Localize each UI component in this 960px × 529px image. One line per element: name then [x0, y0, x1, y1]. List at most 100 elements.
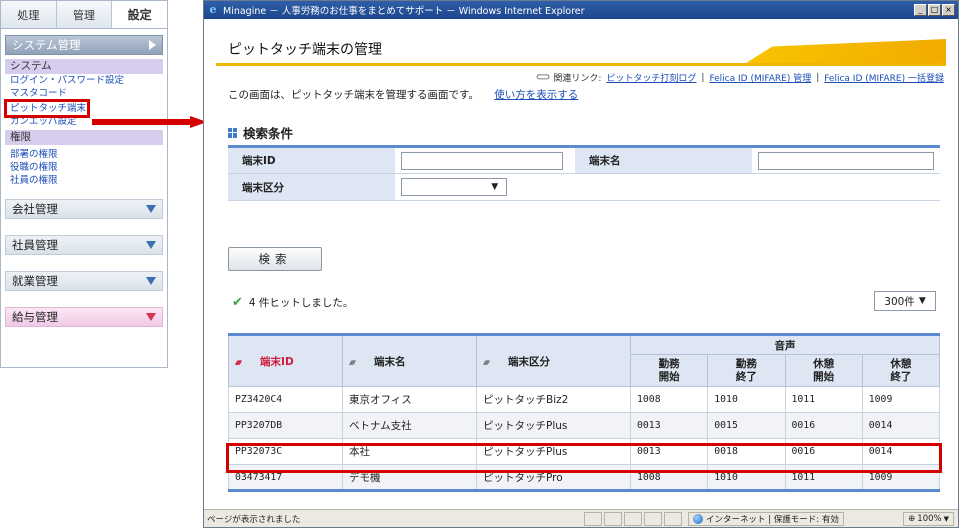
hdr-line: 休憩: [813, 357, 835, 370]
cell-terminal-name: デモ機: [342, 464, 477, 491]
zoom-magnifier-icon: ⊕: [908, 513, 916, 524]
hdr-line: 休憩: [890, 357, 912, 370]
status-cells: [584, 511, 682, 526]
cell-terminal-id: PP3207DB: [228, 412, 343, 439]
cell-terminal-type: ピットタッチPlus: [476, 412, 631, 439]
col-terminal-id[interactable]: ▴▾ 端末ID: [228, 334, 343, 387]
link-chain-icon: ⊂⊃: [535, 72, 551, 83]
hdr-line: 開始: [658, 370, 680, 383]
section-system-management[interactable]: システム管理: [5, 35, 163, 55]
section-attendance-management[interactable]: 就業管理: [5, 271, 163, 291]
link-felica-management[interactable]: Felica ID (MIFARE) 管理: [709, 71, 811, 84]
link-pittouch-log[interactable]: ピットタッチ打刻ログ: [606, 71, 696, 84]
hit-message-text: 4 件ヒットしました。: [248, 297, 354, 309]
search-heading-label: 検索条件: [243, 126, 294, 141]
minimize-button[interactable]: _: [914, 4, 927, 16]
section-label: 給与管理: [12, 310, 58, 324]
zoom-level: 100%: [917, 513, 942, 524]
link-felica-bulk-register[interactable]: Felica ID (MIFARE) 一括登録: [824, 71, 944, 84]
per-page-value: 300件: [884, 295, 915, 308]
col-voice-group: 音声: [630, 334, 940, 355]
sort-icon: ▴▾: [483, 357, 490, 368]
browser-window: e Minagine － 人事労務のお仕事をまとめてサポート － Windows…: [203, 0, 959, 528]
cell-work-start: 0013: [629, 438, 709, 465]
check-icon: ✔: [232, 295, 243, 310]
security-zone[interactable]: インターネット | 保護モード: 有効: [688, 511, 844, 526]
border-cell: [228, 489, 940, 493]
link-login-password[interactable]: ログイン・パスワード設定: [1, 74, 167, 87]
section-label: 社員管理: [12, 238, 58, 252]
window-controls: _ □ ×: [914, 4, 955, 16]
page-content: ピットタッチ端末の管理 ⊂⊃ 関連リンク: ピットタッチ打刻ログ | Felic…: [204, 19, 958, 509]
main-tabs: 処理 管理 設定: [1, 1, 168, 29]
related-label: 関連リンク:: [553, 74, 602, 84]
hit-message: ✔ 4 件ヒットしました。: [232, 295, 353, 310]
tab-settings[interactable]: 設定: [112, 1, 168, 28]
cell-work-start: 0013: [629, 412, 709, 439]
maximize-button[interactable]: □: [928, 4, 941, 16]
chevron-down-icon: [146, 313, 156, 321]
page-title: ピットタッチ端末の管理: [228, 42, 382, 58]
cell-terminal-type: ピットタッチPro: [476, 464, 631, 491]
link-pittouch-terminal[interactable]: ピットタッチ端末: [4, 99, 90, 118]
section-employee-management[interactable]: 社員管理: [5, 235, 163, 255]
hdr-line: 終了: [890, 370, 912, 383]
status-cell: [644, 511, 662, 526]
sort-icon: ▴▾: [235, 357, 242, 368]
separator: |: [816, 72, 820, 83]
tab-management[interactable]: 管理: [56, 1, 113, 28]
cell-break-end: 1009: [861, 464, 941, 491]
link-dept-permissions[interactable]: 部署の権限: [1, 148, 167, 161]
col-terminal-type[interactable]: ▴▾ 端末区分: [476, 334, 631, 387]
hdr-line: 開始: [813, 370, 835, 383]
chevron-down-icon: [146, 241, 156, 249]
terminal-name-label: 端末名: [575, 146, 752, 174]
section-label: 就業管理: [12, 274, 58, 288]
link-role-permissions[interactable]: 役職の権限: [1, 161, 167, 174]
screenshot-root: 処理 管理 設定 システム管理 システム ログイン・パスワード設定 マスタコード…: [0, 0, 960, 529]
status-cell: [664, 511, 682, 526]
link-employee-permissions[interactable]: 社員の権限: [1, 174, 167, 187]
cell-work-end: 1010: [707, 464, 786, 491]
cell-work-end: 0015: [707, 412, 786, 439]
tab-processing[interactable]: 処理: [1, 1, 57, 28]
terminal-type-cell: ▼: [395, 173, 940, 201]
zoom-control[interactable]: ⊕ 100% ▼: [903, 511, 954, 526]
section-payroll-management[interactable]: 給与管理: [5, 307, 163, 327]
howto-link[interactable]: 使い方を表示する: [494, 89, 578, 101]
search-heading: 検索条件: [228, 123, 293, 142]
table-row[interactable]: PP32073C 本社 ピットタッチPlus 0013 0018 0016 00…: [228, 438, 941, 465]
search-button[interactable]: 検索: [228, 247, 322, 271]
status-text: ページが表示されました: [207, 514, 301, 525]
cell-terminal-name: ベトナム支社: [342, 412, 477, 439]
cell-work-end: 0018: [707, 438, 786, 465]
table-row[interactable]: 03473417 デモ機 ピットタッチPro 1008 1010 1011 10…: [228, 464, 941, 491]
per-page-select[interactable]: 300件 ▼: [874, 291, 936, 311]
section-label: システム管理: [12, 38, 81, 52]
link-master-code[interactable]: マスタコード: [1, 87, 167, 100]
related-links: ⊂⊃ 関連リンク: ピットタッチ打刻ログ | Felica ID (MIFARE…: [536, 71, 944, 84]
cell-work-end: 1010: [707, 386, 786, 413]
terminal-id-cell: [395, 146, 576, 174]
status-cell: [584, 511, 602, 526]
table-row[interactable]: PZ3420C4 東京オフィス ピットタッチBiz2 1008 1010 101…: [228, 386, 941, 413]
hdr-line: 勤務: [658, 357, 680, 370]
cell-break-end: 1009: [861, 386, 941, 413]
cell-break-end: 0014: [861, 438, 941, 465]
col-break-start: 休憩 開始: [784, 354, 863, 387]
col-terminal-name[interactable]: ▴▾ 端末名: [342, 334, 477, 387]
terminal-name-input[interactable]: [758, 151, 934, 170]
terminal-id-input[interactable]: [401, 151, 564, 170]
separator: |: [701, 72, 705, 83]
globe-icon: [693, 513, 703, 524]
cell-work-start: 1008: [629, 386, 709, 413]
cell-terminal-id: PP32073C: [228, 438, 343, 465]
terminal-name-cell: [752, 146, 940, 174]
section-company-management[interactable]: 会社管理: [5, 199, 163, 219]
table-bottom-border: [228, 489, 940, 493]
terminal-type-select[interactable]: ▼: [401, 178, 508, 196]
cell-break-start: 1011: [784, 386, 863, 413]
table-row[interactable]: PP3207DB ベトナム支社 ピットタッチPlus 0013 0015 001…: [228, 412, 941, 439]
close-button[interactable]: ×: [942, 4, 955, 16]
col-terminal-type-label: 端末区分: [508, 355, 551, 368]
